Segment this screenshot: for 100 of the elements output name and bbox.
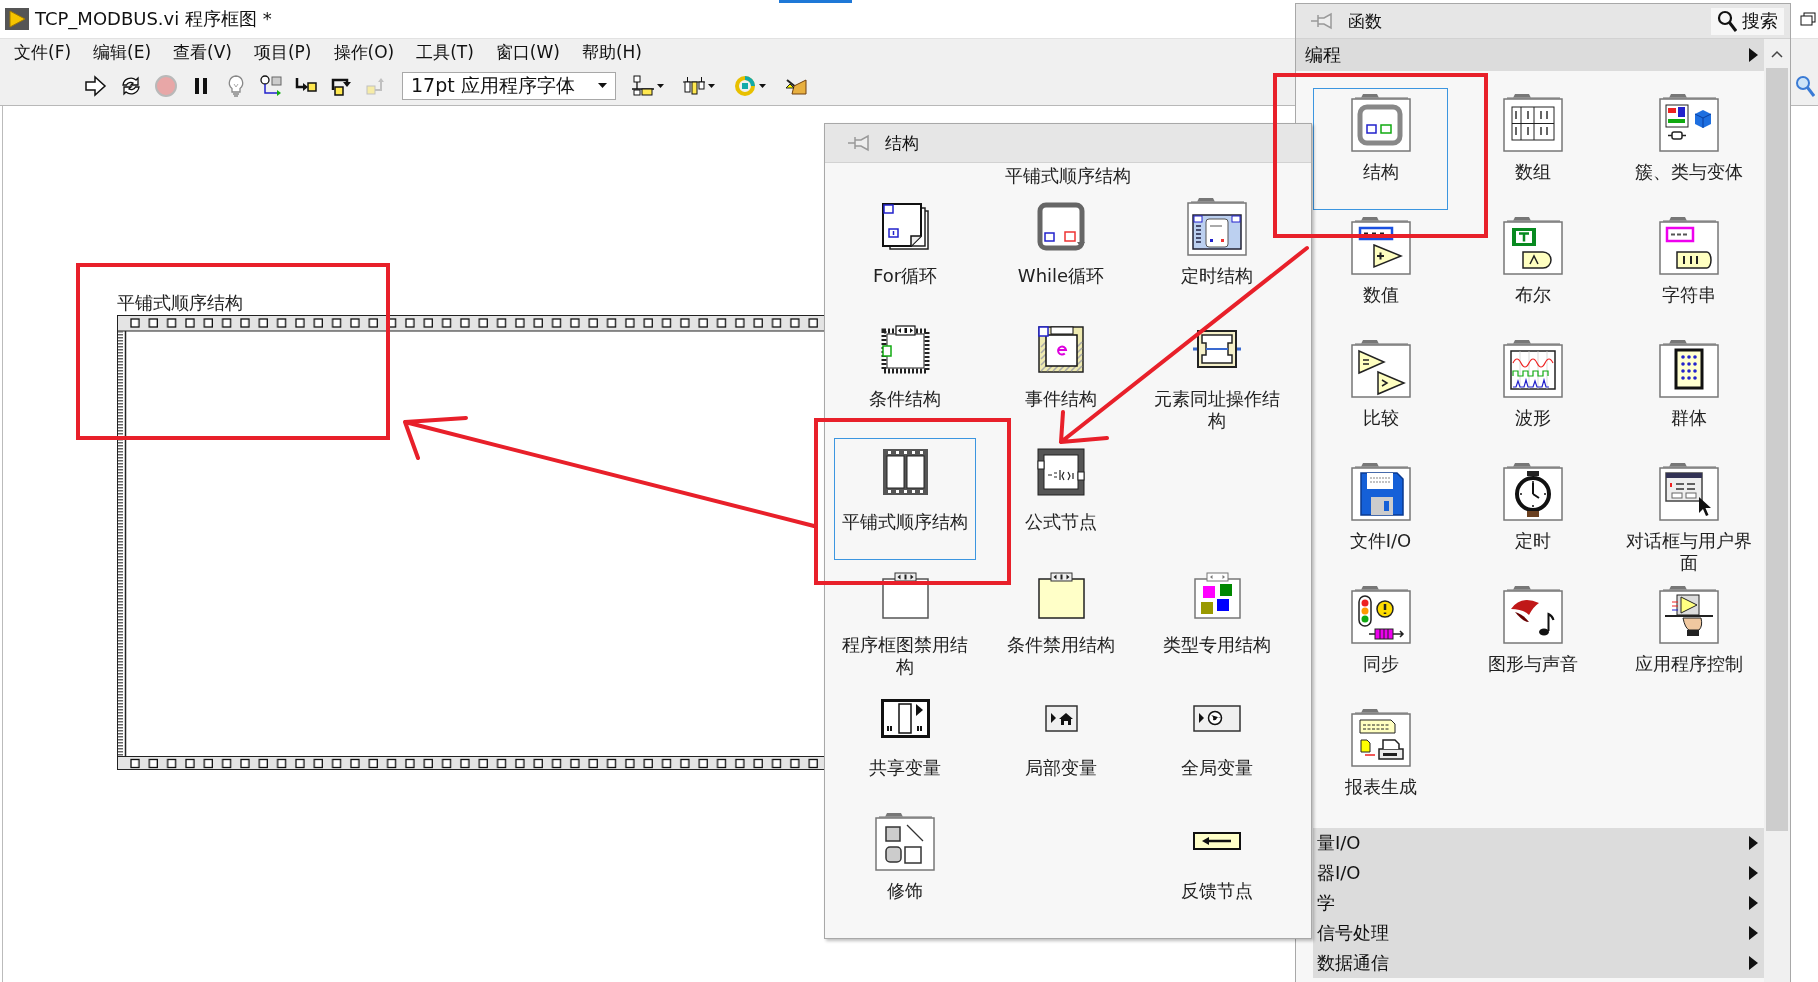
palette-item[interactable]: 定时	[1461, 457, 1604, 579]
grid-folder-icon	[1502, 92, 1563, 152]
menu-item[interactable]: 查看(V)	[162, 39, 243, 66]
category-item[interactable]: 量I/O	[1313, 828, 1764, 858]
split-frame-icon	[880, 698, 930, 738]
palette-item[interactable]: While循环	[990, 192, 1132, 314]
palette-item[interactable]: 公式节点	[990, 438, 1132, 560]
palette-item[interactable]: For循环	[834, 192, 976, 314]
palette-item[interactable]: 文件I/O	[1313, 457, 1448, 579]
gate-folder-icon	[1502, 215, 1563, 275]
search-button[interactable]: 搜索	[1711, 7, 1784, 35]
palette-item[interactable]: 图形与声音	[1461, 580, 1604, 702]
palette-item[interactable]: 布尔	[1461, 211, 1604, 333]
palette-item[interactable]: 字符串	[1617, 211, 1760, 333]
palette-item[interactable]: 元素同址操作结构	[1146, 315, 1288, 437]
stacked-pages-icon	[880, 201, 930, 251]
palette-item[interactable]: 修饰	[834, 807, 976, 929]
submenu-arrow-icon	[1749, 866, 1758, 880]
palette-item[interactable]: 簇、类与变体	[1617, 88, 1760, 210]
align-icon	[631, 73, 655, 98]
search-icon[interactable]	[1795, 74, 1815, 97]
submenu-arrow-icon	[1749, 926, 1758, 940]
palette-item[interactable]: 群体	[1617, 334, 1760, 456]
palette-item[interactable]: 报表生成	[1313, 703, 1448, 825]
dialog-cursor-folder-icon	[1658, 461, 1719, 521]
submenu-arrow-icon	[1749, 836, 1758, 850]
search-icon	[1717, 10, 1737, 32]
palette-item[interactable]: 比较	[1313, 334, 1448, 456]
structure-label: 平铺式顺序结构	[117, 292, 243, 314]
chevron-up-icon	[1771, 49, 1783, 58]
palette-item[interactable]: 全局变量	[1146, 684, 1288, 806]
submenu-arrow-icon	[1749, 48, 1758, 62]
palette-item[interactable]: 平铺式顺序结构	[834, 438, 976, 560]
floppy-disk-folder-icon	[1350, 461, 1411, 521]
palette-item[interactable]: 事件结构	[990, 315, 1132, 437]
hand-tray-folder-icon	[1658, 584, 1719, 644]
category-item[interactable]: 信号处理	[1313, 918, 1764, 948]
palette-item[interactable]: 数值	[1313, 211, 1448, 333]
category-item[interactable]: 器I/O	[1313, 858, 1764, 888]
menu-item[interactable]: 工具(T)	[405, 39, 485, 66]
triangles-folder-icon	[1350, 338, 1411, 398]
dotted-frame-icon	[880, 324, 930, 374]
loop-frame-icon	[1037, 201, 1085, 251]
category-item[interactable]: 数据通信	[1313, 948, 1764, 978]
tabbed-frame-icon	[880, 571, 930, 619]
tabbed-frame-icon	[1036, 571, 1086, 619]
right-arrow-icon	[84, 73, 108, 98]
category-header[interactable]: 编程	[1296, 39, 1764, 71]
shapes-folder-icon	[875, 811, 935, 871]
menu-item[interactable]: 文件(F)	[3, 39, 83, 66]
menu-item[interactable]: 帮助(H)	[570, 39, 653, 66]
palette-item[interactable]: 对话框与用户界面	[1617, 457, 1760, 579]
palette-item[interactable]: 反馈节点	[1146, 807, 1288, 929]
menu-item[interactable]: 编辑(E)	[82, 39, 163, 66]
plus-triangle-folder-icon	[1350, 215, 1411, 275]
menu-item[interactable]: 项目(P)	[242, 39, 323, 66]
palette-item[interactable]: 数组	[1461, 88, 1604, 210]
music-note-folder-icon	[1502, 584, 1563, 644]
palette-item[interactable]: 类型专用结构	[1146, 561, 1288, 683]
window-title: TCP_MODBUS.vi 程序框图 *	[35, 7, 272, 31]
film-frame-icon	[880, 448, 930, 496]
scrollbar-thumb[interactable]	[1766, 68, 1788, 831]
palette-title: 结构	[885, 131, 919, 155]
category-item[interactable]: 学	[1313, 888, 1764, 918]
palette-item[interactable]: 定时结构	[1146, 192, 1288, 314]
palette-item[interactable]: 应用程序控制	[1617, 580, 1760, 702]
stopwatch-folder-icon	[1502, 461, 1563, 521]
hover-label: 平铺式顺序结构	[1004, 164, 1132, 188]
traffic-light-folder-icon	[1350, 584, 1411, 644]
palette-item[interactable]: 共享变量	[834, 684, 976, 806]
palette-item[interactable]: 波形	[1461, 334, 1604, 456]
caret-down-icon	[657, 83, 664, 88]
loop-folder-icon	[1350, 92, 1411, 152]
house-node-icon	[1044, 704, 1078, 732]
menu-item[interactable]: 操作(O)	[322, 39, 406, 66]
printer-folder-icon	[1350, 707, 1411, 767]
squares-frame-icon	[1192, 571, 1242, 619]
text-box-folder-icon	[1658, 215, 1719, 275]
font-dropdown[interactable]: 17pt 应用程序字体	[402, 71, 616, 100]
panel-folder-icon	[1187, 196, 1247, 256]
caret-down-icon	[598, 83, 607, 88]
palette-item[interactable]: 程序框图禁用结构	[834, 561, 976, 683]
cube-folder-icon	[1658, 92, 1719, 152]
caret-down-icon	[708, 83, 715, 88]
formula-box-icon	[1037, 448, 1085, 496]
caret-down-icon	[759, 83, 766, 88]
palette-item[interactable]: 条件禁用结构	[990, 561, 1132, 683]
palette-item[interactable]: 条件结构	[834, 315, 976, 437]
scrollbar[interactable]	[1764, 39, 1790, 982]
palette-item[interactable]: 结构	[1313, 88, 1448, 210]
striped-frame-icon	[1037, 324, 1085, 374]
menu-item[interactable]: 窗口(W)	[484, 39, 571, 66]
dotted-panel-folder-icon	[1658, 338, 1719, 398]
restore-window-icon[interactable]	[1800, 12, 1816, 26]
left-arrow-node-icon	[1193, 832, 1241, 850]
palette-item[interactable]: 同步	[1313, 580, 1448, 702]
reorder-icon	[733, 73, 757, 98]
palette-title: 函数	[1348, 9, 1382, 33]
submenu-arrow-icon	[1749, 896, 1758, 910]
palette-item[interactable]: 局部变量	[990, 684, 1132, 806]
